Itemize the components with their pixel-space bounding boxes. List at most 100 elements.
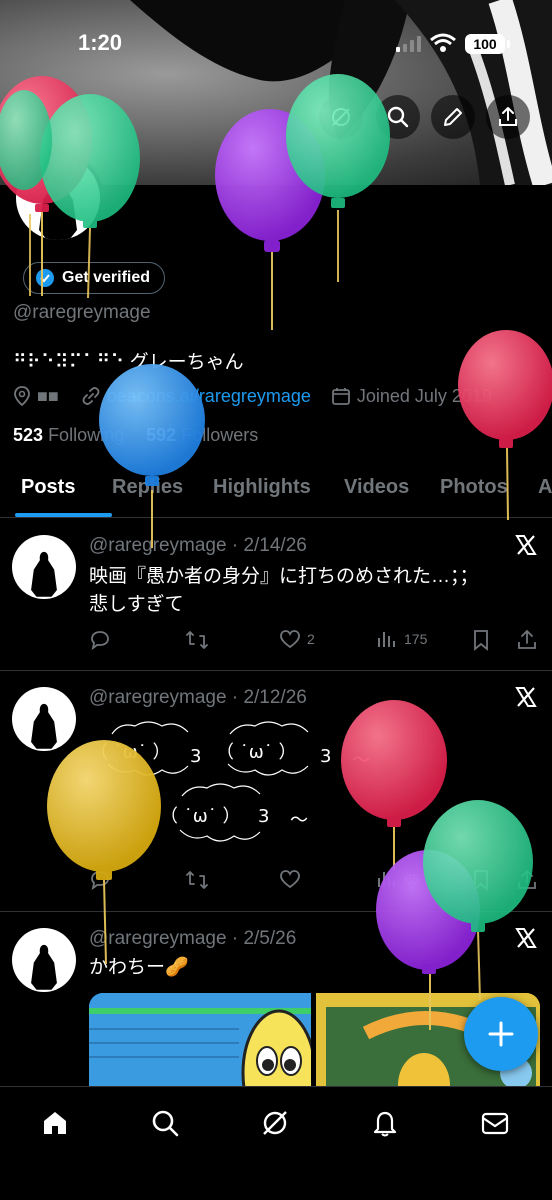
- grok-icon: [263, 1111, 287, 1135]
- kaomoji-number: 3: [258, 806, 270, 827]
- post-avatar[interactable]: [12, 687, 76, 751]
- verified-badge-icon: [36, 269, 54, 287]
- profile-meta: ■■ beacons.ai/raregreymage Joined July 2…: [13, 384, 492, 408]
- grok-button[interactable]: [319, 95, 363, 139]
- search-icon: [387, 106, 409, 128]
- bookmark-icon: [474, 870, 488, 891]
- link-icon: [81, 386, 101, 406]
- avatar-figure: [31, 551, 57, 597]
- repost-button[interactable]: [185, 869, 209, 891]
- kaomoji-face: （ ˙ω˙ ）: [216, 742, 297, 763]
- share-icon: [518, 629, 536, 649]
- nav-messages[interactable]: [475, 1103, 515, 1143]
- search-button[interactable]: [376, 95, 420, 139]
- kaomoji-number: 3: [320, 746, 332, 767]
- reply-icon: [91, 631, 109, 651]
- nav-grok[interactable]: [255, 1103, 295, 1143]
- status-time: 1:20: [78, 30, 123, 55]
- reply-button[interactable]: [89, 869, 111, 891]
- tab-videos[interactable]: Videos: [344, 476, 409, 499]
- tab-photos[interactable]: Photos: [440, 476, 508, 499]
- tab-posts[interactable]: Posts: [21, 476, 75, 499]
- reply-icon: [91, 871, 109, 891]
- status-bar: 1:20 100: [0, 0, 552, 90]
- avatar-figure: [31, 944, 57, 990]
- bookmark-button[interactable]: [472, 869, 490, 891]
- post-header[interactable]: @raregreymage · 2/14/26: [89, 535, 307, 557]
- views-icon: [378, 632, 395, 647]
- profile-link[interactable]: beacons.ai/raregreymage: [107, 386, 311, 407]
- edit-icon: [444, 108, 462, 126]
- profile-tabs: Posts Replies Highlights Videos Photos A: [0, 466, 552, 518]
- tab-replies[interactable]: Replies: [112, 476, 183, 499]
- repost-icon: [186, 871, 208, 889]
- get-verified-label: Get verified: [62, 269, 151, 286]
- kaomoji-tilde: 〜: [290, 810, 308, 831]
- kaomoji-tilde: 〜: [352, 750, 370, 771]
- media-cartoon-peanut: [89, 993, 311, 1088]
- tab-articles[interactable]: A: [538, 476, 552, 499]
- bottom-navigation: [0, 1086, 552, 1200]
- x-logo-icon: [515, 535, 537, 555]
- views-button[interactable]: 175: [376, 629, 427, 649]
- grok-icon: [332, 108, 350, 126]
- post-actions: 65: [0, 869, 552, 893]
- tab-highlights[interactable]: Highlights: [213, 476, 311, 499]
- followers-count: 592: [146, 425, 177, 445]
- share-post-button[interactable]: [516, 629, 538, 651]
- post-media-image[interactable]: [89, 993, 311, 1088]
- search-icon: [152, 1110, 179, 1137]
- post-item[interactable]: @raregreymage · 2/14/26 映画『愚か者の身分』に打ちのめさ…: [0, 519, 552, 671]
- post-header[interactable]: @raregreymage · 2/5/26: [89, 928, 296, 950]
- bookmark-button[interactable]: [472, 629, 490, 651]
- reply-button[interactable]: [89, 629, 111, 651]
- profile-bio: ⠛⠗⠑⠽⠍⠁⠛⠑ グレーちゃん: [13, 352, 244, 373]
- notifications-icon: [373, 1111, 397, 1137]
- like-button[interactable]: [279, 869, 301, 889]
- like-count: 2: [307, 631, 315, 647]
- like-button[interactable]: 2: [279, 629, 315, 649]
- followers-label: Followers: [181, 425, 259, 445]
- avatar-figure: [31, 703, 57, 749]
- plus-icon: [488, 1021, 514, 1047]
- followers-link[interactable]: 592 Followers: [146, 425, 258, 445]
- following-label: Following: [48, 425, 125, 445]
- views-icon: [378, 872, 395, 887]
- view-count: 65: [404, 871, 420, 887]
- following-link[interactable]: 523 Following: [13, 425, 124, 445]
- edit-button[interactable]: [431, 95, 475, 139]
- post-avatar[interactable]: [12, 535, 76, 599]
- cellular-signal-icon: [396, 36, 421, 52]
- views-button[interactable]: 65: [376, 869, 420, 889]
- compose-post-button[interactable]: [464, 997, 538, 1071]
- wifi-icon: [430, 33, 456, 52]
- nav-notifications[interactable]: [365, 1103, 405, 1143]
- share-icon: [518, 869, 536, 889]
- share-button[interactable]: [486, 95, 530, 139]
- battery-indicator: 100: [465, 34, 505, 54]
- bookmark-icon: [474, 630, 488, 651]
- post-header[interactable]: @raregreymage · 2/12/26: [89, 687, 307, 709]
- post-actions: 2 175: [0, 629, 552, 653]
- location-icon: [13, 386, 31, 406]
- post-kaomoji-art: （ ˙ω˙ ） 3 （ ˙ω˙ ） 3 〜 （ ˙ω˙ ） 3 〜: [90, 720, 370, 860]
- calendar-icon: [331, 386, 351, 406]
- view-count: 175: [404, 631, 428, 647]
- nav-search[interactable]: [145, 1103, 185, 1143]
- repost-button[interactable]: [185, 629, 209, 651]
- profile-location: ■■: [37, 385, 59, 406]
- heart-icon: [280, 630, 300, 649]
- nav-home[interactable]: [35, 1103, 75, 1143]
- x-logo-icon: [515, 928, 537, 948]
- x-logo-icon: [515, 687, 537, 707]
- kaomoji-face: （ ˙ω˙ ）: [160, 806, 241, 827]
- share-post-button[interactable]: [516, 869, 538, 891]
- share-icon: [499, 107, 517, 126]
- kaomoji-number: 3: [190, 746, 202, 767]
- tab-active-indicator: [15, 513, 112, 517]
- get-verified-button[interactable]: Get verified: [23, 262, 166, 294]
- follow-stats: 523 Following 592 Followers: [13, 425, 258, 446]
- profile-avatar[interactable]: [12, 152, 104, 244]
- post-avatar[interactable]: [12, 928, 76, 992]
- heart-icon: [280, 870, 300, 889]
